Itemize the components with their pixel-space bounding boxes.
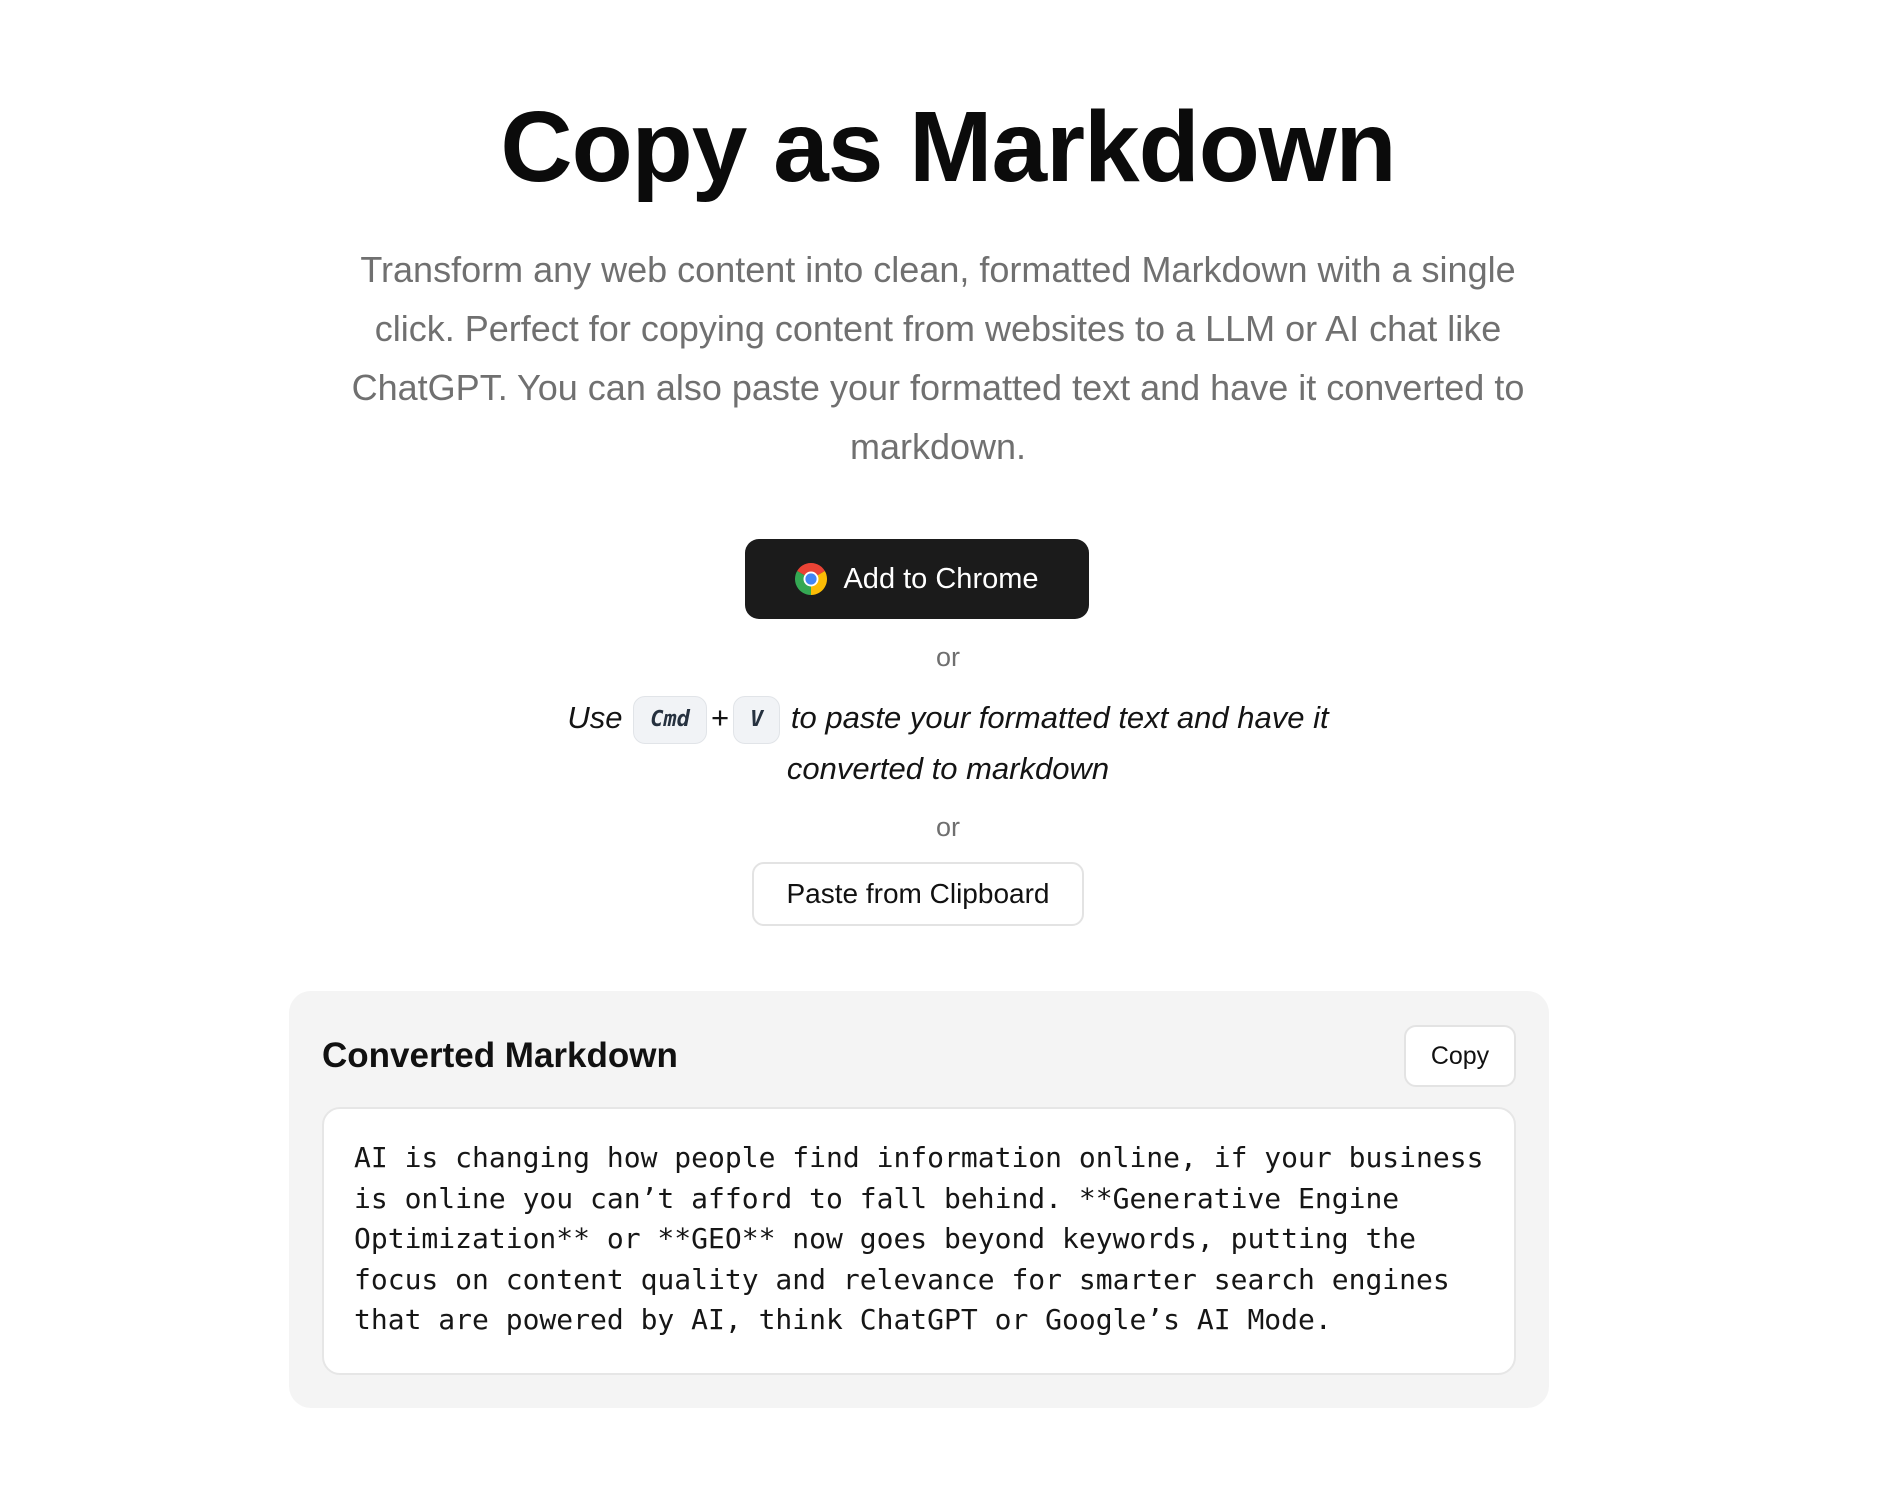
hint-suffix: to paste your formatted text and have it… bbox=[786, 700, 1329, 786]
plus-sign: + bbox=[710, 700, 730, 735]
add-to-chrome-label: Add to Chrome bbox=[843, 562, 1039, 595]
or-separator: or bbox=[935, 642, 960, 672]
converted-markdown-panel: Converted Markdown Copy AI is changing h… bbox=[289, 991, 1549, 1408]
converted-markdown-title: Converted Markdown bbox=[322, 1036, 678, 1075]
cmd-key: Cmd bbox=[633, 695, 707, 744]
v-key: V bbox=[733, 695, 781, 744]
page-description: Transform any web content into clean, fo… bbox=[351, 249, 1525, 467]
paste-from-clipboard-button[interactable]: Paste from Clipboard bbox=[752, 862, 1084, 926]
markdown-output[interactable]: AI is changing how people find informati… bbox=[322, 1107, 1516, 1375]
page-title: Copy as Markdown bbox=[500, 91, 1396, 203]
hint-prefix: Use bbox=[567, 700, 623, 735]
or-separator: or bbox=[935, 812, 960, 842]
add-to-chrome-button[interactable]: Add to Chrome bbox=[745, 539, 1089, 619]
copy-button[interactable]: Copy bbox=[1404, 1025, 1516, 1087]
page: Copy as Markdown Transform any web conte… bbox=[0, 0, 1896, 1494]
chrome-logo-icon bbox=[795, 563, 828, 595]
paste-shortcut-hint: Use Cmd + V to paste your formatted text a… bbox=[548, 693, 1348, 794]
